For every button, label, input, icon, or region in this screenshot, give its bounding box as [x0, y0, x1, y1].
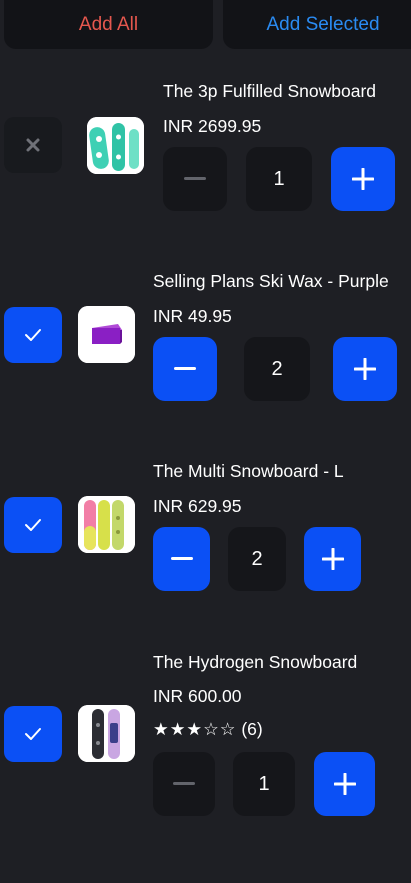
pink-yellow-snowboard-icon	[78, 496, 135, 553]
item-checkbox[interactable]	[4, 497, 62, 553]
product-title: The Hydrogen Snowboard	[153, 652, 358, 672]
item-checkbox[interactable]	[4, 307, 62, 363]
minus-icon	[173, 782, 195, 785]
checkmark-icon	[25, 519, 41, 531]
product-title: Selling Plans Ski Wax - Purple	[153, 271, 389, 291]
item-checkbox[interactable]	[4, 117, 62, 173]
product-price: INR 600.00	[153, 686, 242, 706]
add-all-button[interactable]: Add All	[4, 0, 213, 49]
product-title: The 3p Fulfilled Snowboard	[163, 81, 377, 101]
plus-icon	[333, 773, 356, 795]
purple-wax-icon	[78, 306, 135, 363]
quantity-value: 1	[233, 752, 295, 816]
add-all-label: Add All	[78, 13, 139, 35]
checkmark-icon	[25, 329, 41, 341]
checkmark-icon	[25, 728, 41, 740]
product-thumbnail	[78, 705, 135, 762]
decrement-button[interactable]	[153, 337, 217, 401]
plus-icon	[321, 548, 344, 570]
add-selected-label: Add Selected	[266, 13, 380, 35]
rating-count: (6)	[241, 719, 263, 739]
plus-icon	[354, 358, 376, 380]
increment-button[interactable]	[304, 527, 361, 591]
minus-icon	[184, 177, 206, 180]
bundle-page: Add All Add Selected The 3p Fulfilled Sn…	[0, 0, 411, 883]
decrement-button[interactable]	[163, 147, 227, 211]
rating-stars: ★★★☆☆	[153, 719, 237, 739]
product-price: INR 629.95	[153, 496, 242, 516]
decrement-button[interactable]	[153, 752, 215, 816]
add-selected-button[interactable]: Add Selected	[223, 0, 411, 49]
increment-button[interactable]	[331, 147, 395, 211]
product-price: INR 2699.95	[163, 116, 262, 136]
k2-snowboards-icon	[78, 705, 135, 762]
minus-icon	[174, 367, 196, 370]
quantity-value: 2	[244, 337, 310, 401]
product-title: The Multi Snowboard - L	[153, 461, 344, 481]
teal-snowboard-icon	[87, 117, 144, 174]
minus-icon	[170, 557, 193, 560]
product-thumbnail	[78, 306, 135, 363]
product-thumbnail	[87, 117, 144, 174]
quantity-value: 2	[228, 527, 286, 591]
quantity-value: 1	[246, 147, 312, 211]
product-price: INR 49.95	[153, 306, 232, 326]
increment-button[interactable]	[333, 337, 397, 401]
increment-button[interactable]	[314, 752, 375, 816]
decrement-button[interactable]	[153, 527, 210, 591]
product-rating: ★★★☆☆ (6)	[153, 719, 263, 740]
x-icon	[26, 138, 40, 152]
plus-icon	[352, 168, 374, 190]
item-checkbox[interactable]	[4, 706, 62, 762]
product-thumbnail	[78, 496, 135, 553]
